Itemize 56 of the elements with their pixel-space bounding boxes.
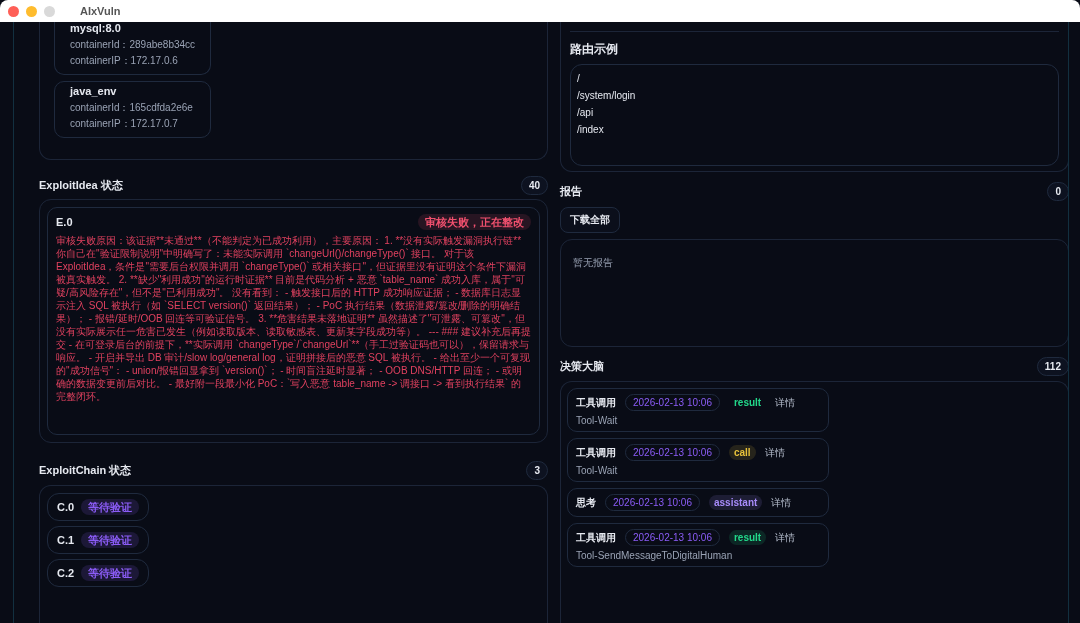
tool-name: Tool-Wait (576, 415, 619, 426)
route-path: /system/login (577, 89, 637, 103)
detail-link[interactable]: 详情 (775, 530, 796, 545)
window-title: AIxVuln (80, 5, 121, 17)
status-badge: 等待验证 (81, 499, 140, 515)
tool-name: Tool-Wait (576, 465, 619, 476)
tool-name: Tool-SendMessageToDigitalHuman (576, 550, 734, 561)
section-title: 路由示例 (570, 41, 619, 58)
minimize-button[interactable] (26, 5, 37, 17)
section-title: ExploitChain 状态 (39, 463, 132, 478)
section-title: ExploitIdea 状态 (39, 178, 123, 193)
log-entry[interactable]: 思考 2026-02-13 10:06 assistant 详情 (567, 488, 829, 517)
chain-name: C.1 (57, 534, 75, 546)
chain-card[interactable]: C.0 等待验证 (47, 493, 150, 521)
chain-card[interactable]: C.1 等待验证 (47, 526, 150, 554)
role-tag: result (728, 395, 767, 410)
route-path: / (577, 72, 581, 86)
entry-type: 思考 (576, 495, 596, 510)
entry-type: 工具调用 (576, 445, 616, 460)
count-badge: 40 (520, 176, 548, 195)
detail-link[interactable]: 详情 (775, 395, 796, 410)
maximize-button[interactable] (44, 5, 55, 17)
entry-type: 工具调用 (576, 395, 616, 410)
container-ip: containerIP：172.17.0.7 (70, 117, 179, 131)
route-path: /index (577, 123, 605, 137)
detail-link[interactable]: 详情 (764, 445, 785, 460)
route-path: /api (577, 106, 595, 120)
log-entry[interactable]: 工具调用 2026-02-13 10:06 call 详情 Tool-Wait (567, 438, 829, 482)
container-ip: containerIP：172.17.0.6 (70, 54, 179, 68)
count-badge: 3 (526, 461, 548, 480)
count-badge: 0 (1047, 182, 1068, 201)
container-id: containerId：289abe8b34cc (70, 38, 197, 52)
review-text: 审核失败原因：该证据**未通过**（不能判定为已成功利用），主要原因： 1. **没有实际触发漏洞执行链** 你自己在"验证限制说明"中明确写了：未能实际调用 `changeUrl()/changeType()` 接口。 对于该 ExploitIdea，条件是"需要后台权限并调用 `changeType()` 或相关接口"，但证据里没有证明这个条件下漏洞被真实触发。 2. **缺少"利用成功"的运行时证据** 目前是代码分析 + 恶意 `table_name` 成功入库，属于"可疑/高风险存在"，但不是"已利用成功"。 没有看到： - 触发接口后的 HTTP 成功响应证据； - 数据库日志显示注入 SQL 被执行（如 `SELECT version()` 返回结果）； - PoC 执行结果（数据泄露/篡改/删除的明确结果）； - 报错/延时/OOB 回连等可验证信号。 3. **危害结果未落地证明** 虽然描述了"可泄露、可篡改"，但没有实际展示任一危害已发生（例如读取版本、读取敏感表、更新某字段成功等）。 --- ### 建议补充后再提交 - 在可登录后台的前提下，**实际调用 `changeType`/`changeUrl`**（手工过验证码也可以），保留请求与响应。 - 开启并导出 DB 审计/slow log/general log，证明拼接后的恶意 SQL 被执行。 - 给出至少一个可复现的"成功信号"： - union/报错回显拿到 `version()`； - 时间盲注延时显著； - OOB DNS/HTTP 回连； - 或明确的数据变更前后对比。 - 最好附一段最小化 PoC：`写入恶意 table_name -> 调接口 -> 看到执行结果` 的完整闭环。 (56, 234, 531, 403)
role-tag: call (728, 445, 756, 460)
container-name: mysql:8.0 (70, 22, 122, 34)
chain-card[interactable]: C.2 等待验证 (47, 559, 150, 587)
empty-message: 暂无报告 (573, 257, 613, 268)
close-button[interactable] (8, 5, 19, 17)
log-entry[interactable]: 工具调用 2026-02-13 10:06 result 详情 Tool-SendMessageToDigitalHuman (567, 523, 829, 567)
count-badge: 112 (1036, 357, 1068, 376)
idea-name: E.0 (56, 216, 73, 228)
role-tag: result (728, 530, 767, 545)
section-title: 报告 (560, 184, 582, 199)
section-title: 决策大脑 (560, 359, 604, 374)
container-name: java_env (70, 85, 118, 97)
status-badge: 等待验证 (81, 532, 140, 548)
container-id: containerId：165cdfda2e6e (70, 101, 194, 115)
log-entry[interactable]: 工具调用 2026-02-13 10:06 result 详情 Tool-Wait (567, 388, 829, 432)
entry-type: 工具调用 (576, 530, 616, 545)
download-all-button[interactable]: 下载全部 (560, 207, 620, 233)
role-tag: assistant (708, 495, 763, 510)
detail-link[interactable]: 详情 (771, 495, 792, 510)
chain-name: C.0 (57, 501, 75, 513)
status-badge: 审核失败，正在整改 (418, 214, 531, 230)
status-badge: 等待验证 (81, 565, 140, 581)
chain-name: C.2 (57, 567, 75, 579)
